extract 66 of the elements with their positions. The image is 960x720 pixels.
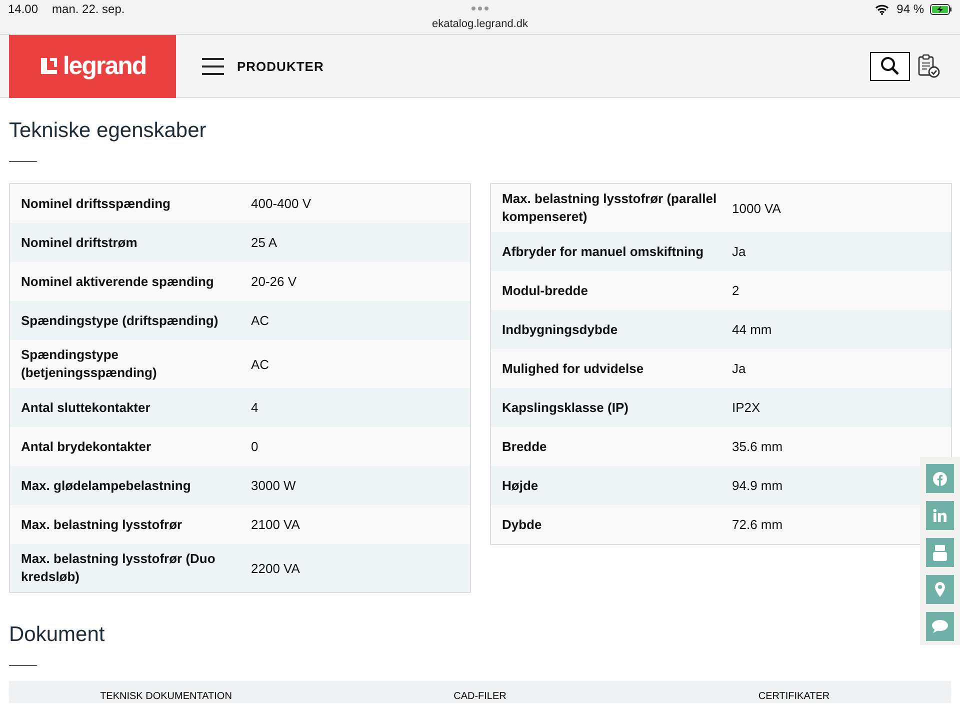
menu-label[interactable]: PRODUKTER [237,58,324,74]
property-value: Ja [732,244,747,259]
property-value: AC [251,313,270,328]
logo[interactable]: legrand [9,34,176,98]
property-value: 2 [732,283,740,298]
status-time: 14.00 [8,2,38,16]
property-value: 3000 W [251,478,297,493]
property-label: Mulighed for udvidelse [502,360,645,378]
document-tab[interactable]: CERTIFIKATER [758,691,830,703]
property-label: Afbryder for manuel omskiftning [502,242,705,261]
property-label: Spændingstype (betjeningsspænding) [21,346,158,382]
property-value: 44 mm [732,322,773,337]
property-value: 2100 VA [251,517,301,532]
property-value: 4 [251,400,260,415]
property-label: Dybde [502,516,543,534]
search-button[interactable] [870,52,910,80]
logo-mark-icon [38,56,59,76]
property-label: Max. belastning lysstofrør (Duo kredsløb) [21,550,216,586]
property-label: Modul-bredde [502,282,589,300]
property-value: IP2X [732,400,762,415]
section-title: Dokument [9,622,105,647]
linkedin-icon [933,509,947,522]
property-value: 400-400 V [251,196,312,211]
battery-icon [930,4,952,14]
property-label: Spændingstype (driftspænding) [21,312,220,330]
document-tab[interactable]: CAD-FILER [454,691,506,703]
more-dots-icon[interactable] [471,6,489,11]
property-label: Nominel driftsspænding [21,194,172,213]
property-label: Indbygningsdybde [502,320,619,339]
chat-button[interactable] [926,612,954,641]
property-label: Kapslingsklasse (IP) [502,398,630,417]
url-text[interactable]: ekatalog.legrand.dk [0,18,960,30]
property-value: 2200 VA [251,560,301,576]
property-label: Antal brydekontakter [21,438,152,456]
location-pin-icon [935,582,945,597]
property-value: AC [251,356,270,372]
battery-percent: 94 % [896,2,924,16]
property-value: 1000 VA [732,200,782,216]
property-label: Max. belastning lysstofrør (parallel kompenseret) [502,190,718,226]
property-value: 20-26 V [251,274,298,289]
property-label: Højde [502,476,540,495]
clipboard-check-icon[interactable] [918,54,940,78]
document-tab[interactable]: TEKNISK DOKUMENTATION [100,691,232,703]
location-button[interactable] [926,575,954,604]
facebook-button[interactable] [926,464,954,493]
property-label: Nominel aktiverende spænding [21,272,215,291]
property-label: Nominel driftstrøm [21,234,138,252]
property-value: 35.6 mm [732,439,784,454]
property-label: Bredde [502,438,548,456]
status-date: man. 22. sep. [52,2,125,16]
property-value: 0 [251,439,260,454]
section-title: Tekniske egenskaber [9,118,206,143]
chat-icon [932,620,948,633]
property-label: Antal sluttekontakter [21,398,152,416]
linkedin-button[interactable] [926,501,954,530]
property-label: Max. glødelampebelastning [21,476,192,495]
logo-text: legrand [62,52,146,80]
wifi-icon [874,4,889,14]
search-icon [880,56,900,76]
property-value: Ja [732,361,747,376]
property-label: Max. belastning lysstofrør [21,516,184,534]
facebook-icon [933,472,947,486]
property-value: 72.6 mm [732,517,784,532]
property-value: 94.9 mm [732,478,784,493]
menu-icon[interactable] [202,58,224,74]
property-value: 25 A [251,235,278,250]
